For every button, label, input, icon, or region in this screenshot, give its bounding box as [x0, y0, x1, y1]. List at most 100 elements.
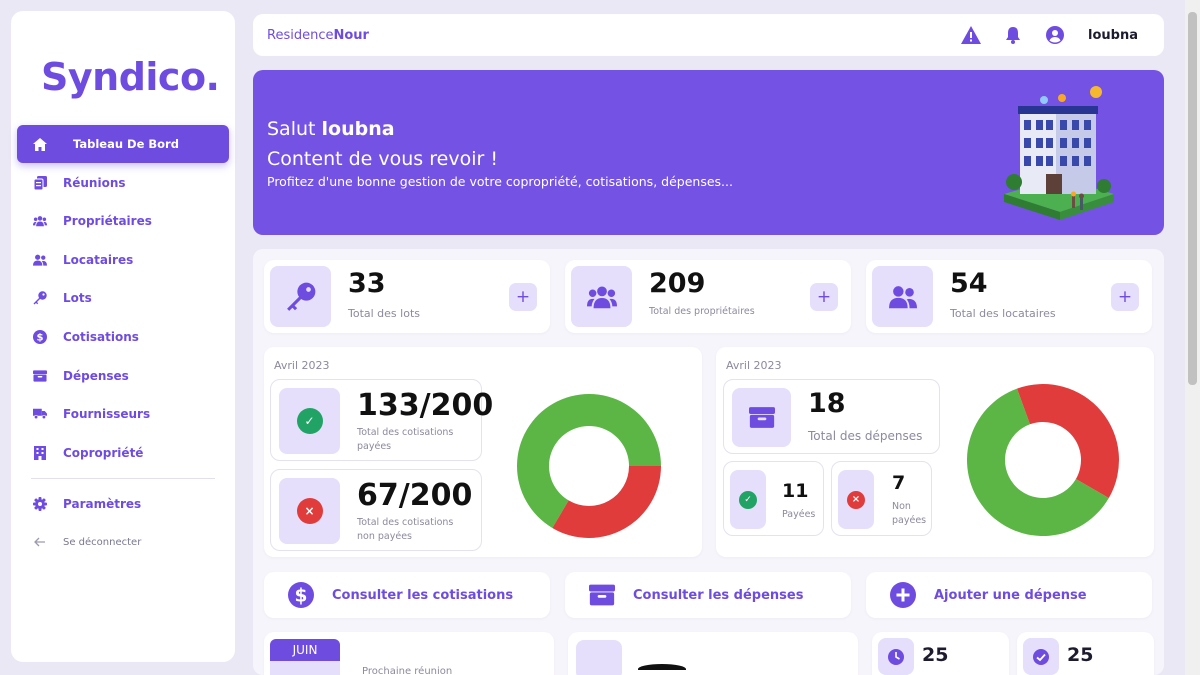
- sidebar-item-label: Réunions: [63, 175, 126, 190]
- sidebar-item-label: Locataires: [63, 252, 134, 267]
- ajouter-depense-button[interactable]: Ajouter une dépense: [866, 572, 1152, 618]
- key-icon: [33, 291, 47, 305]
- home-icon: [33, 137, 47, 151]
- add-proprietaire-button[interactable]: +: [810, 283, 838, 311]
- label-line: non payées: [357, 531, 412, 542]
- plus-icon: +: [816, 287, 832, 307]
- top-bar: ResidenceNour loubna: [253, 14, 1164, 56]
- sidebar-item-label: Dépenses: [63, 368, 129, 383]
- cotisations-paid-label: Total des cotisations payées: [357, 426, 453, 454]
- banner-description: Profitez d'une bonne gestion de votre co…: [267, 174, 733, 189]
- sidebar-item-locataires[interactable]: Locataires: [17, 241, 229, 279]
- stat-card-proprietaires: 209 Total des propriétaires +: [565, 260, 851, 333]
- residence-name-bold: Nour: [333, 28, 369, 43]
- bell-icon[interactable]: [1002, 24, 1024, 46]
- welcome-banner: Salut loubna Content de vous revoir ! Pr…: [253, 70, 1164, 235]
- stat-card-locataires: 54 Total des locataires +: [866, 260, 1152, 333]
- building-icon: [33, 445, 47, 460]
- sidebar-nav: Tableau De Bord Réunions Propriétaires L…: [17, 125, 229, 562]
- partial-number: [638, 664, 686, 674]
- x-circle-icon: ×: [279, 478, 340, 544]
- label-line: Total des cotisations: [357, 517, 454, 528]
- donut-slice-unpaid: [1017, 384, 1119, 498]
- page-scrollbar[interactable]: [1185, 0, 1200, 675]
- sidebar-item-proprietaires[interactable]: Propriétaires: [17, 202, 229, 240]
- sidebar-item-label: Propriétaires: [63, 214, 152, 229]
- add-lot-button[interactable]: +: [509, 283, 537, 311]
- sidebar-divider: [31, 477, 215, 479]
- depenses-donut-chart: [967, 384, 1119, 536]
- svg-text:$: $: [295, 586, 308, 607]
- dollar-circle-icon: $: [33, 329, 47, 344]
- banner-subtitle: Content de vous revoir !: [267, 148, 498, 170]
- clock-icon: [878, 638, 914, 675]
- stat-label: Total des propriétaires: [649, 306, 755, 317]
- greeting-word: Salut: [267, 118, 316, 140]
- label-line: Total des cotisations: [357, 427, 454, 438]
- mini-card-value: 25: [922, 644, 949, 666]
- mini-card-2: 25: [1017, 632, 1154, 675]
- calendar-month: JUIN: [270, 639, 340, 661]
- sidebar-item-tableau-de-bord[interactable]: Tableau De Bord: [17, 125, 229, 163]
- plus-icon: +: [1117, 287, 1133, 307]
- user-circle-icon[interactable]: [1044, 24, 1066, 46]
- label-line: payées: [357, 441, 392, 452]
- consulter-depenses-button[interactable]: Consulter les dépenses: [565, 572, 851, 618]
- sidebar-item-depenses[interactable]: Dépenses: [17, 357, 229, 395]
- sidebar-item-copropriete[interactable]: Copropriété: [17, 434, 229, 472]
- logo[interactable]: Syndico.: [41, 55, 220, 99]
- users-group-icon: [33, 214, 47, 228]
- action-label: Consulter les cotisations: [332, 587, 514, 603]
- depenses-unpaid-card: × 7 Non payées: [831, 461, 932, 536]
- scrollbar-thumb[interactable]: [1188, 12, 1197, 385]
- depenses-paid-label: Payées: [782, 509, 816, 520]
- depenses-card: Avril 2023 18 Total des dépenses ✓ 11 Pa…: [716, 347, 1154, 557]
- sidebar: Syndico. Tableau De Bord Réunions Propri…: [11, 11, 235, 662]
- depenses-total-card: 18 Total des dépenses: [723, 379, 940, 454]
- key-icon: [270, 266, 331, 327]
- warning-icon[interactable]: [960, 24, 982, 46]
- cotisations-donut-chart: [517, 393, 661, 538]
- sidebar-item-label: Fournisseurs: [63, 407, 151, 422]
- users-group-icon: [571, 266, 632, 327]
- cotisations-unpaid-card: × 67/200 Total des cotisations non payées: [270, 469, 482, 551]
- stat-value: 54: [950, 268, 988, 299]
- inbox-icon: [33, 369, 47, 383]
- card-icon-box: [576, 640, 622, 675]
- sidebar-item-reunions[interactable]: Réunions: [17, 164, 229, 202]
- plus-circle-icon: [890, 582, 916, 608]
- users-icon: [33, 253, 47, 267]
- consulter-cotisations-button[interactable]: $ Consulter les cotisations: [264, 572, 550, 618]
- banner-greeting: Salut loubna: [267, 118, 395, 140]
- check-circle-icon: ✓: [730, 470, 766, 529]
- depenses-unpaid-label: Non payées: [892, 500, 926, 528]
- mini-card-1: 25: [872, 632, 1009, 675]
- sidebar-item-lots[interactable]: Lots: [17, 279, 229, 317]
- sidebar-item-label: Copropriété: [63, 445, 144, 460]
- username[interactable]: loubna: [1088, 28, 1138, 43]
- documents-icon: [33, 175, 47, 190]
- add-locataire-button[interactable]: +: [1111, 283, 1139, 311]
- top-icons: loubna: [940, 24, 1138, 46]
- depenses-total-label: Total des dépenses: [808, 429, 923, 443]
- cotisations-paid-card: ✓ 133/200 Total des cotisations payées: [270, 379, 493, 461]
- donut-slice-unpaid: [552, 466, 661, 538]
- sidebar-item-parametres[interactable]: Paramètres: [17, 485, 229, 523]
- mini-card-value: 25: [1067, 644, 1094, 666]
- sidebar-item-label: Paramètres: [63, 496, 142, 511]
- sidebar-item-label: Tableau De Bord: [73, 137, 179, 151]
- depenses-unpaid-value: 7: [892, 472, 906, 494]
- stat-label: Total des lots: [348, 307, 420, 320]
- sidebar-item-fournisseurs[interactable]: Fournisseurs: [17, 395, 229, 433]
- depenses-paid-value: 11: [782, 480, 809, 502]
- sidebar-item-cotisations[interactable]: $ Cotisations: [17, 318, 229, 356]
- next-meeting-card: JUIN Prochaine réunion: [264, 632, 554, 675]
- logout-link[interactable]: Se déconnecter: [17, 523, 229, 561]
- label-line: payées: [892, 515, 927, 526]
- sidebar-item-label: Cotisations: [63, 329, 139, 344]
- stat-card-lots: 33 Total des lots +: [264, 260, 550, 333]
- depenses-month: Avril 2023: [726, 359, 782, 372]
- residence-name: ResidenceNour: [267, 28, 369, 43]
- action-label: Consulter les dépenses: [633, 587, 804, 603]
- stat-label: Total des locataires: [950, 307, 1056, 320]
